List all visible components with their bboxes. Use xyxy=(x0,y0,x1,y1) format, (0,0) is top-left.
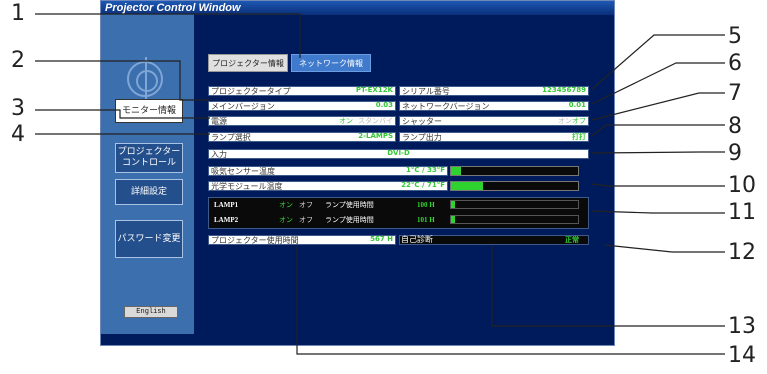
projector-type-row: プロジェクタータイプ PT-EX12K xyxy=(208,86,396,96)
shutter-on-value: オン xyxy=(558,117,572,125)
sidebar-item-projector-control[interactable]: プロジェクター コントロール xyxy=(115,143,183,173)
intake-temp-bar xyxy=(450,166,579,176)
usage-time-row: プロジェクター使用時間 567 H xyxy=(208,235,396,245)
callout-10: 10 xyxy=(728,173,756,198)
intake-temp-value: 1°C / 33°F xyxy=(406,166,445,174)
lamp2-bar-fill xyxy=(451,216,455,223)
power-row: 電源 オン スタンバイ xyxy=(208,116,396,126)
lamp2-off: オフ xyxy=(299,216,313,224)
lamp-output-value: 打打 xyxy=(572,133,586,141)
logo-icon xyxy=(127,57,163,101)
lamp1-off: オフ xyxy=(299,201,313,209)
english-button[interactable]: English xyxy=(124,306,178,318)
sidebar-item-password-change[interactable]: パスワード変更 xyxy=(115,220,183,258)
callout-line-12 xyxy=(604,244,725,253)
shutter-row: シャッター オン オフ xyxy=(399,116,589,126)
network-version-row: ネットワークバージョン 0.01 xyxy=(399,101,589,111)
intake-temp-bar-fill xyxy=(451,167,462,175)
callout-8: 8 xyxy=(728,114,742,139)
lamp-select-label: ランプ選択 xyxy=(211,133,251,142)
optical-temp-row: 光学モジュール温度 22°C / 71°F xyxy=(208,181,448,191)
lamp2-bar xyxy=(450,215,579,224)
callout-13: 13 xyxy=(728,314,756,339)
lamp2-name: LAMP2 xyxy=(214,216,239,224)
optical-temp-label: 光学モジュール温度 xyxy=(211,182,283,191)
callout-9: 9 xyxy=(728,141,742,166)
lamp1-bar-fill xyxy=(451,201,455,208)
callout-5: 5 xyxy=(728,24,742,49)
callout-14: 14 xyxy=(728,343,756,368)
sidebar: モニター情報 プロジェクター コントロール 詳細設定 パスワード変更 Engli… xyxy=(101,14,194,334)
tab-network-info[interactable]: ネットワーク情報 xyxy=(291,54,371,72)
lamp-select-value: 2-LAMPS xyxy=(358,132,393,140)
main-version-value: 0.03 xyxy=(375,101,393,109)
projector-type-value: PT-EX12K xyxy=(355,86,393,94)
main-version-row: メインバージョン 0.03 xyxy=(208,101,396,111)
lamp1-hours-value: 100 H xyxy=(417,201,435,209)
lamp2-hours-value: 101 H xyxy=(417,216,435,224)
callout-11: 11 xyxy=(728,200,756,225)
callout-12: 12 xyxy=(728,240,756,265)
self-diagnosis-label: 自己診断 xyxy=(401,235,433,244)
shutter-off-value: オフ xyxy=(572,117,586,125)
network-version-label: ネットワークバージョン xyxy=(402,102,490,111)
input-row: 入力 DVI-D xyxy=(208,149,589,159)
lamp-output-row: ランプ出力 打打 xyxy=(399,132,589,142)
main-version-label: メインバージョン xyxy=(211,102,275,111)
sidebar-item-advanced-settings[interactable]: 詳細設定 xyxy=(115,179,183,205)
lamp-select-row: ランプ選択 2-LAMPS xyxy=(208,132,396,142)
optical-temp-bar xyxy=(450,181,579,191)
window-title: Projector Control Window xyxy=(101,1,614,15)
usage-time-value: 567 H xyxy=(370,235,393,243)
power-on-value: オン xyxy=(339,117,353,125)
projector-type-label: プロジェクタータイプ xyxy=(211,87,291,96)
lamp1-bar xyxy=(450,200,579,209)
usage-time-label: プロジェクター使用時間 xyxy=(211,236,299,245)
intake-temp-label: 吸気センサー温度 xyxy=(211,167,275,176)
callout-4: 4 xyxy=(11,122,25,147)
intake-temp-row: 吸気センサー温度 1°C / 33°F xyxy=(208,166,448,176)
optical-temp-value: 22°C / 71°F xyxy=(401,181,445,189)
self-diagnosis-value: 正常 xyxy=(565,236,579,244)
tab-projector-info[interactable]: プロジェクター情報 xyxy=(208,54,288,72)
serial-row: シリアル番号 123456789 xyxy=(399,86,589,96)
input-label: 入力 xyxy=(211,150,227,159)
lamp1-hours-label: ランプ使用時間 xyxy=(325,201,374,209)
callout-2: 2 xyxy=(11,48,25,73)
sidebar-item-monitor-info[interactable]: モニター情報 xyxy=(115,99,183,123)
lamp1-name: LAMP1 xyxy=(214,201,239,209)
serial-label: シリアル番号 xyxy=(402,87,450,96)
power-standby-value: スタンバイ xyxy=(358,117,393,125)
power-label: 電源 xyxy=(211,117,227,126)
input-value: DVI-D xyxy=(387,149,410,157)
callout-7: 7 xyxy=(728,81,742,106)
callout-3: 3 xyxy=(11,96,25,121)
lamp2-on: オン xyxy=(279,216,293,224)
serial-value: 123456789 xyxy=(542,86,586,94)
callout-6: 6 xyxy=(728,51,742,76)
callout-1: 1 xyxy=(11,1,25,26)
lamp2-hours-label: ランプ使用時間 xyxy=(325,216,374,224)
shutter-label: シャッター xyxy=(402,117,442,126)
lamp1-on: オン xyxy=(279,201,293,209)
lamp-output-label: ランプ出力 xyxy=(402,133,442,142)
optical-temp-bar-fill xyxy=(451,182,483,190)
network-version-value: 0.01 xyxy=(568,101,586,109)
